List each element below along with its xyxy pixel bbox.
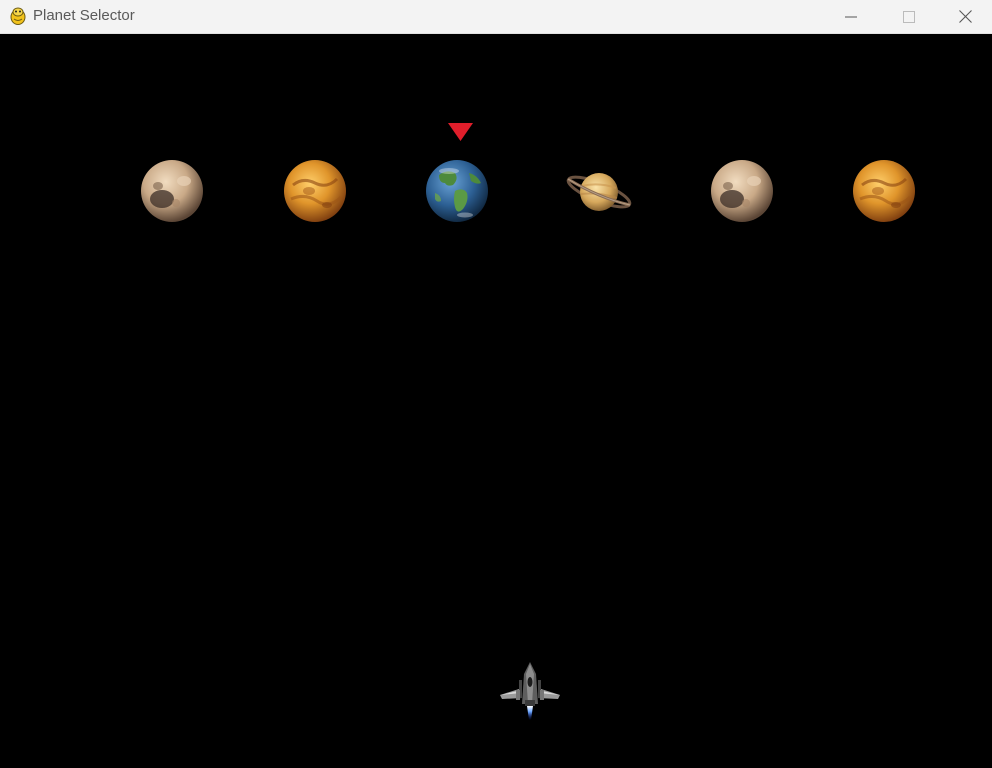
selector-arrow-icon — [448, 123, 473, 141]
close-button[interactable] — [938, 0, 992, 33]
saturn-planet-icon[interactable] — [565, 162, 633, 218]
app-window: Planet Selector — [0, 0, 992, 768]
window-title: Planet Selector — [33, 7, 135, 24]
earth-planet-icon[interactable] — [425, 159, 489, 223]
pygame-snake-icon — [10, 7, 26, 25]
maximize-icon — [903, 10, 915, 23]
pluto-planet-icon[interactable] — [140, 159, 204, 223]
venus-planet-icon[interactable] — [852, 159, 916, 223]
title-bar[interactable]: Planet Selector — [0, 0, 992, 34]
venus-planet-icon[interactable] — [283, 159, 347, 223]
spaceship-icon — [500, 662, 560, 720]
maximize-button[interactable] — [880, 0, 938, 33]
pluto-planet-icon[interactable] — [710, 159, 774, 223]
game-canvas[interactable] — [0, 34, 992, 768]
close-icon — [958, 10, 972, 23]
minimize-icon — [845, 16, 857, 17]
minimize-button[interactable] — [822, 0, 880, 33]
